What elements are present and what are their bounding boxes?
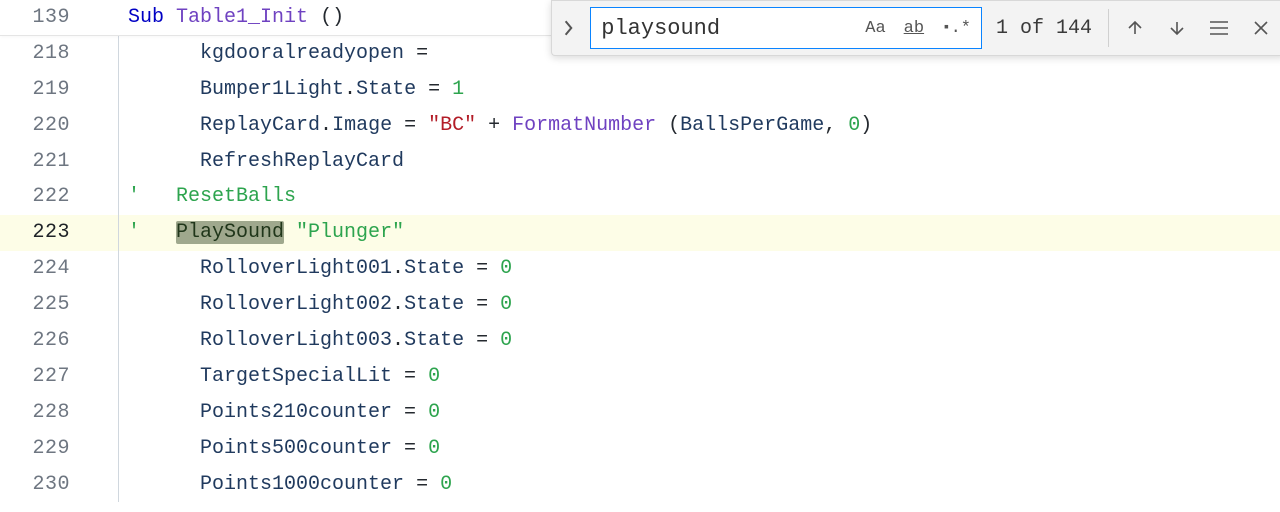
code-content: TargetSpecialLit = 0 — [128, 359, 1280, 395]
line-number: 139 — [0, 0, 96, 35]
line-number: 227 — [0, 359, 96, 395]
find-result-count: 1 of 144 — [992, 9, 1109, 47]
code-content: RolloverLight002.State = 0 — [128, 287, 1280, 323]
code-editor[interactable]: 139 Sub Table1_Init () 218 kgdooralready… — [0, 0, 1280, 502]
line-number: 226 — [0, 323, 96, 359]
toggle-replace-icon[interactable] — [558, 19, 580, 37]
line-number: 230 — [0, 467, 96, 503]
find-previous-button[interactable] — [1119, 9, 1151, 47]
code-content: Points500counter = 0 — [128, 431, 1280, 467]
code-line[interactable]: 230 Points1000counter = 0 — [0, 467, 1280, 503]
code-line[interactable]: 221 RefreshReplayCard — [0, 144, 1280, 180]
code-line[interactable]: 222 ' ResetBalls — [0, 179, 1280, 215]
code-line[interactable]: 227 TargetSpecialLit = 0 — [0, 359, 1280, 395]
code-content: Bumper1Light.State = 1 — [128, 72, 1280, 108]
match-case-toggle[interactable]: Aa — [861, 17, 889, 40]
find-next-button[interactable] — [1161, 9, 1193, 47]
code-line[interactable]: 229 Points500counter = 0 — [0, 431, 1280, 467]
code-line[interactable]: 220 ReplayCard.Image = "BC" + FormatNumb… — [0, 108, 1280, 144]
find-widget: Aa ab ▪.* 1 of 144 — [551, 0, 1280, 56]
line-number: 229 — [0, 431, 96, 467]
code-content: RefreshReplayCard — [128, 144, 1280, 180]
regex-toggle[interactable]: ▪.* — [938, 17, 975, 40]
code-line[interactable]: 219 Bumper1Light.State = 1 — [0, 72, 1280, 108]
code-line[interactable]: 225 RolloverLight002.State = 0 — [0, 287, 1280, 323]
line-number: 225 — [0, 287, 96, 323]
code-line[interactable]: 228 Points210counter = 0 — [0, 395, 1280, 431]
line-number: 228 — [0, 395, 96, 431]
code-content: RolloverLight003.State = 0 — [128, 323, 1280, 359]
code-content: Points1000counter = 0 — [128, 467, 1280, 503]
find-in-selection-button[interactable] — [1203, 9, 1235, 47]
line-number: 222 — [0, 179, 96, 215]
find-input-wrap: Aa ab ▪.* — [590, 7, 982, 49]
line-number: 223 — [0, 215, 96, 251]
code-line[interactable]: 226 RolloverLight003.State = 0 — [0, 323, 1280, 359]
whole-word-toggle[interactable]: ab — [900, 17, 928, 40]
find-input[interactable] — [601, 9, 851, 47]
close-find-button[interactable] — [1245, 9, 1277, 47]
line-number: 218 — [0, 36, 96, 72]
find-match: PlaySound — [176, 221, 284, 244]
code-line[interactable]: 224 RolloverLight001.State = 0 — [0, 251, 1280, 287]
code-content: RolloverLight001.State = 0 — [128, 251, 1280, 287]
line-number: 221 — [0, 144, 96, 180]
code-line[interactable]: 223 ' PlaySound "Plunger" — [0, 215, 1280, 251]
line-number: 220 — [0, 108, 96, 144]
code-content: ReplayCard.Image = "BC" + FormatNumber (… — [128, 108, 1280, 144]
code-content: ' PlaySound "Plunger" — [128, 215, 1280, 251]
line-number: 224 — [0, 251, 96, 287]
line-number: 219 — [0, 72, 96, 108]
code-content: ' ResetBalls — [128, 179, 1280, 215]
code-content: Points210counter = 0 — [128, 395, 1280, 431]
